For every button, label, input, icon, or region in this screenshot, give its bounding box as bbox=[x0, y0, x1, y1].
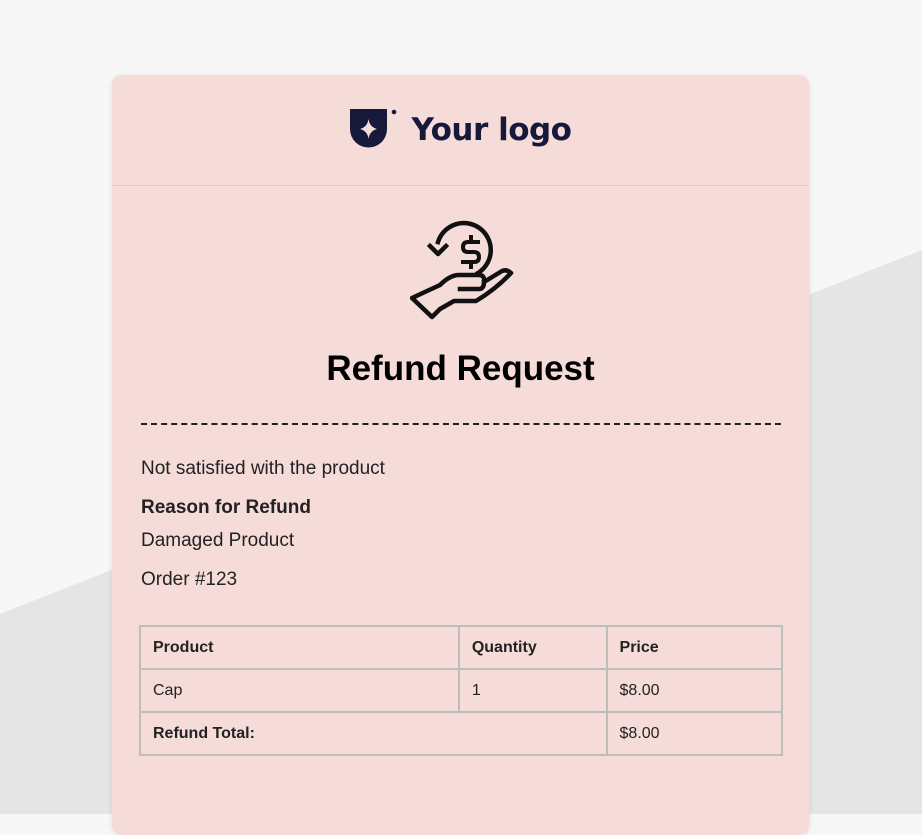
table-header-row: Product Quantity Price bbox=[139, 625, 784, 670]
logo-text: Your logo bbox=[411, 112, 572, 148]
dashed-divider bbox=[141, 423, 781, 425]
table-row: Cap 1 $8.00 bbox=[139, 668, 784, 713]
email-card: Your logo Refund Request Not satisfied w… bbox=[112, 75, 809, 835]
refund-items-table: Product Quantity Price Cap 1 $8.00 Refun… bbox=[139, 625, 784, 756]
column-header-quantity: Quantity bbox=[457, 625, 608, 670]
reason-label: Reason for Refund bbox=[141, 497, 311, 518]
column-header-price: Price bbox=[605, 625, 784, 670]
refund-total-label: Refund Total: bbox=[139, 711, 608, 756]
reason-value: Damaged Product bbox=[141, 530, 295, 551]
brand-logo[interactable]: Your logo bbox=[349, 109, 572, 151]
column-header-product: Product bbox=[139, 625, 460, 670]
total-row: Refund Total: $8.00 bbox=[139, 711, 784, 756]
logo-mark-icon bbox=[349, 109, 396, 148]
cell-price: $8.00 bbox=[605, 668, 784, 713]
cell-quantity: 1 bbox=[457, 668, 608, 713]
refund-hand-dollar-icon bbox=[410, 220, 514, 320]
refund-message: Not satisfied with the product bbox=[141, 458, 385, 479]
order-number: Order #123 bbox=[141, 569, 238, 590]
email-header: Your logo bbox=[112, 75, 809, 186]
page-title: Refund Request bbox=[326, 349, 595, 388]
cell-product: Cap bbox=[139, 668, 460, 713]
refund-total-value: $8.00 bbox=[605, 711, 784, 756]
